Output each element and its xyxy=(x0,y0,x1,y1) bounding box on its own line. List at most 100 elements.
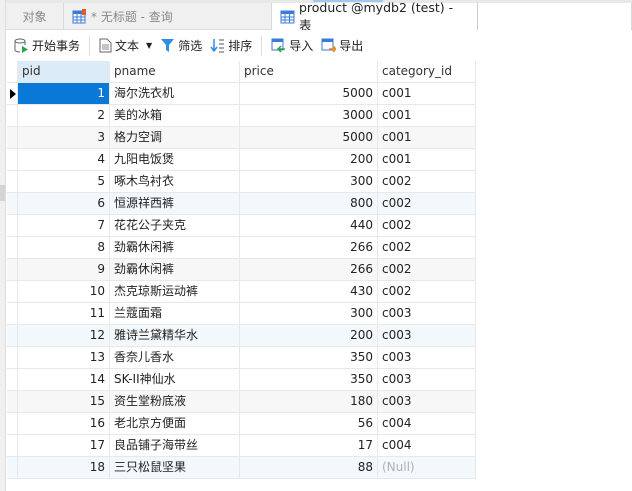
category-id-cell[interactable]: c002 xyxy=(378,171,476,193)
column-header-category-id[interactable]: category_id xyxy=(378,61,476,83)
row-indicator[interactable] xyxy=(7,281,18,303)
pname-cell[interactable]: 九阳电饭煲 xyxy=(110,149,240,171)
pid-cell[interactable]: 16 xyxy=(18,413,110,435)
category-id-cell[interactable]: c002 xyxy=(378,281,476,303)
pid-cell[interactable]: 18 xyxy=(18,457,110,479)
table-row[interactable]: 10 杰克琼斯运动裤 430 c002 xyxy=(7,281,476,303)
pname-cell[interactable]: 劲霸休闲裤 xyxy=(110,259,240,281)
price-cell[interactable]: 3000 xyxy=(240,105,378,127)
price-cell[interactable]: 300 xyxy=(240,303,378,325)
price-cell[interactable]: 430 xyxy=(240,281,378,303)
table-row[interactable]: 1 海尔洗衣机 5000 c001 xyxy=(7,83,476,105)
filter-button[interactable]: 筛选 xyxy=(157,34,205,58)
row-indicator[interactable] xyxy=(7,413,18,435)
category-id-cell[interactable]: c001 xyxy=(378,127,476,149)
pid-cell[interactable]: 10 xyxy=(18,281,110,303)
pname-cell[interactable]: 香奈儿香水 xyxy=(110,347,240,369)
pid-cell[interactable]: 2 xyxy=(18,105,110,127)
price-cell[interactable]: 440 xyxy=(240,215,378,237)
pid-cell[interactable]: 13 xyxy=(18,347,110,369)
price-cell[interactable]: 200 xyxy=(240,325,378,347)
price-cell[interactable]: 266 xyxy=(240,237,378,259)
table-row[interactable]: 3 格力空调 5000 c001 xyxy=(7,127,476,149)
table-row[interactable]: 7 花花公子夹克 440 c002 xyxy=(7,215,476,237)
pid-cell[interactable]: 11 xyxy=(18,303,110,325)
row-indicator[interactable] xyxy=(7,303,18,325)
table-row[interactable]: 14 SK-II神仙水 350 c003 xyxy=(7,369,476,391)
category-id-cell[interactable]: c003 xyxy=(378,347,476,369)
table-row[interactable]: 18 三只松鼠坚果 88 (Null) xyxy=(7,457,476,479)
category-id-cell[interactable]: c002 xyxy=(378,237,476,259)
pid-cell[interactable]: 9 xyxy=(18,259,110,281)
pname-cell[interactable]: 老北京方便面 xyxy=(110,413,240,435)
pid-cell[interactable]: 4 xyxy=(18,149,110,171)
pname-cell[interactable]: 三只松鼠坚果 xyxy=(110,457,240,479)
row-indicator[interactable] xyxy=(7,127,18,149)
category-id-cell[interactable]: c003 xyxy=(378,325,476,347)
pname-cell[interactable]: 雅诗兰黛精华水 xyxy=(110,325,240,347)
pname-cell[interactable]: 劲霸休闲裤 xyxy=(110,237,240,259)
pname-cell[interactable]: 良品铺子海带丝 xyxy=(110,435,240,457)
row-indicator[interactable] xyxy=(7,193,18,215)
pid-cell[interactable]: 5 xyxy=(18,171,110,193)
pname-cell[interactable]: 恒源祥西裤 xyxy=(110,193,240,215)
price-cell[interactable]: 200 xyxy=(240,149,378,171)
pid-cell[interactable]: 7 xyxy=(18,215,110,237)
row-indicator[interactable] xyxy=(7,391,18,413)
price-cell[interactable]: 88 xyxy=(240,457,378,479)
price-cell[interactable]: 5000 xyxy=(240,127,378,149)
price-cell[interactable]: 266 xyxy=(240,259,378,281)
row-indicator[interactable] xyxy=(7,435,18,457)
category-id-cell[interactable]: c001 xyxy=(378,83,476,105)
table-row[interactable]: 15 资生堂粉底液 180 c003 xyxy=(7,391,476,413)
table-row[interactable]: 5 啄木鸟衬衣 300 c002 xyxy=(7,171,476,193)
row-indicator[interactable] xyxy=(7,457,18,479)
category-id-cell[interactable]: c003 xyxy=(378,391,476,413)
category-id-cell[interactable]: c001 xyxy=(378,149,476,171)
pname-cell[interactable]: 海尔洗衣机 xyxy=(110,83,240,105)
table-row[interactable]: 8 劲霸休闲裤 266 c002 xyxy=(7,237,476,259)
text-view-dropdown[interactable]: 文本 ▼ xyxy=(96,34,155,58)
pid-cell[interactable]: 3 xyxy=(18,127,110,149)
pname-cell[interactable]: 啄木鸟衬衣 xyxy=(110,171,240,193)
price-cell[interactable]: 180 xyxy=(240,391,378,413)
row-indicator[interactable] xyxy=(7,347,18,369)
category-id-cell[interactable]: (Null) xyxy=(378,457,476,479)
price-cell[interactable]: 350 xyxy=(240,369,378,391)
row-indicator[interactable] xyxy=(7,149,18,171)
price-cell[interactable]: 800 xyxy=(240,193,378,215)
pname-cell[interactable]: 兰蔻面霜 xyxy=(110,303,240,325)
price-cell[interactable]: 5000 xyxy=(240,83,378,105)
row-indicator[interactable] xyxy=(7,259,18,281)
table-row[interactable]: 4 九阳电饭煲 200 c001 xyxy=(7,149,476,171)
category-id-cell[interactable]: c002 xyxy=(378,193,476,215)
row-indicator[interactable] xyxy=(7,369,18,391)
table-row[interactable]: 6 恒源祥西裤 800 c002 xyxy=(7,193,476,215)
import-button[interactable]: 导入 xyxy=(268,34,316,58)
tab-product-table[interactable]: product @mydb2 (test) - 表 xyxy=(272,0,478,33)
table-row[interactable]: 11 兰蔻面霜 300 c003 xyxy=(7,303,476,325)
price-cell[interactable]: 300 xyxy=(240,171,378,193)
panel-splitter-handle[interactable] xyxy=(0,185,5,201)
table-row[interactable]: 17 良品铺子海带丝 17 c004 xyxy=(7,435,476,457)
pname-cell[interactable]: 花花公子夹克 xyxy=(110,215,240,237)
pid-cell[interactable]: 17 xyxy=(18,435,110,457)
category-id-cell[interactable]: c001 xyxy=(378,105,476,127)
row-indicator[interactable] xyxy=(7,237,18,259)
pid-cell[interactable]: 1 xyxy=(18,83,110,105)
pname-cell[interactable]: 格力空调 xyxy=(110,127,240,149)
sort-button[interactable]: 排序 xyxy=(207,34,255,58)
row-indicator[interactable] xyxy=(7,171,18,193)
tab-objects[interactable]: 对象 xyxy=(6,3,64,30)
table-row[interactable]: 2 美的冰箱 3000 c001 xyxy=(7,105,476,127)
column-header-pid[interactable]: pid xyxy=(18,61,110,83)
price-cell[interactable]: 17 xyxy=(240,435,378,457)
table-row[interactable]: 9 劲霸休闲裤 266 c002 xyxy=(7,259,476,281)
table-row[interactable]: 12 雅诗兰黛精华水 200 c003 xyxy=(7,325,476,347)
price-cell[interactable]: 56 xyxy=(240,413,378,435)
pid-cell[interactable]: 15 xyxy=(18,391,110,413)
table-row[interactable]: 13 香奈儿香水 350 c003 xyxy=(7,347,476,369)
pname-cell[interactable]: 杰克琼斯运动裤 xyxy=(110,281,240,303)
category-id-cell[interactable]: c002 xyxy=(378,259,476,281)
row-indicator[interactable] xyxy=(7,325,18,347)
